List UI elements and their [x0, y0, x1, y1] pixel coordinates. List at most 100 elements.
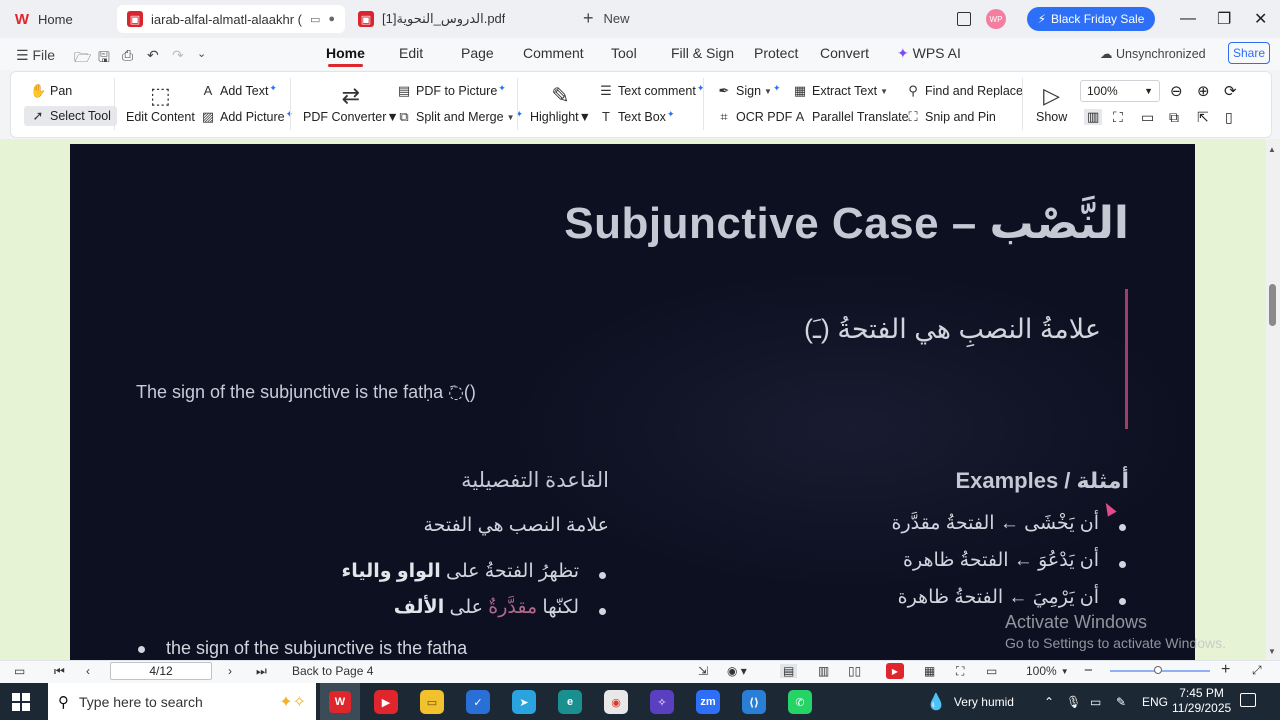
vertical-scrollbar[interactable]: ▲ ▼ — [1266, 139, 1280, 660]
menu-convert[interactable]: Convert — [820, 45, 869, 61]
taskbar-whatsapp-icon[interactable]: ✆ — [788, 690, 812, 714]
reading-view-icon[interactable]: ▦ — [924, 664, 935, 678]
pen-tray-icon[interactable]: ✎ — [1116, 683, 1126, 720]
reading-mode-icon[interactable]: ▯ — [1225, 109, 1233, 126]
ocr-pdf-button[interactable]: ⌗ OCR PDF — [716, 109, 792, 125]
fit-icon[interactable]: ⇲ — [698, 664, 708, 678]
eye-icon[interactable]: ◉ ▾ — [727, 664, 747, 678]
taskbar-search[interactable]: ⚲ Type here to search ✦✧ — [48, 683, 316, 720]
zoom-select[interactable]: 100% ▼ — [1080, 80, 1160, 102]
fit-page-icon[interactable]: ⛶ — [1113, 109, 1123, 126]
fullscreen-expand-icon[interactable]: ⤢ — [1252, 663, 1262, 678]
print-icon[interactable]: ⎙ — [122, 47, 133, 64]
back-to-page-link[interactable]: Back to Page 4 — [292, 664, 373, 678]
highlight-button[interactable]: ✎ Highlight▼ — [530, 82, 591, 124]
taskbar-todo-icon[interactable]: ✓ — [466, 690, 490, 714]
fit-window-icon[interactable]: ▭ — [986, 664, 997, 678]
open-folder-icon[interactable]: 🗁 — [74, 47, 91, 71]
prev-page-icon[interactable]: ‹ — [86, 664, 90, 678]
weather-widget[interactable]: 💧 Very humid — [926, 683, 1014, 720]
undo-icon[interactable]: ↶ — [147, 47, 159, 64]
menu-home[interactable]: Home — [326, 45, 365, 67]
page-number-input[interactable]: 4/12 — [110, 662, 212, 680]
minimize-icon[interactable]: — — [1180, 7, 1196, 31]
continuous-view-icon[interactable]: ▥ — [818, 664, 829, 678]
first-page-icon[interactable]: ⏮ — [54, 664, 65, 679]
play-presentation-button[interactable]: ▶ — [886, 663, 904, 679]
taskbar-folder-icon[interactable]: ▭ — [420, 690, 444, 714]
taskbar-zoom-icon[interactable]: zm — [696, 690, 720, 714]
rotate-icon[interactable]: ⟳ — [1224, 82, 1237, 100]
pan-tool[interactable]: ✋ Pan — [30, 83, 72, 99]
menu-edit[interactable]: Edit — [399, 45, 423, 61]
taskbar-vscode-icon[interactable]: ⟨⟩ — [742, 690, 766, 714]
chevron-down-icon[interactable]: ⌄ — [197, 47, 206, 60]
taskbar-copilot-icon[interactable]: ✧ — [650, 690, 674, 714]
menu-protect[interactable]: Protect — [754, 45, 798, 61]
document-viewport[interactable]: Subjunctive Case – النَّصْب علامةُ النصب… — [0, 139, 1266, 660]
next-page-icon[interactable]: › — [228, 664, 232, 678]
microphone-icon[interactable]: 🎙 — [1066, 683, 1081, 720]
edit-content-button[interactable]: ⬚ Edit Content — [126, 82, 195, 124]
taskbar-youtube-icon[interactable]: ▶ — [374, 690, 398, 714]
share-button[interactable]: Share — [1228, 42, 1270, 64]
single-page-view-icon[interactable]: ▤ — [780, 664, 798, 678]
maximize-icon[interactable]: ❐ — [1217, 7, 1231, 31]
two-page-view-icon[interactable]: ▯▯ — [848, 664, 861, 678]
menu-fill-sign[interactable]: Fill & Sign — [671, 45, 734, 61]
save-icon[interactable]: 🖫 — [98, 47, 110, 71]
restore-window-icon[interactable] — [957, 7, 971, 31]
add-picture-button[interactable]: ▨ Add Picture✦ — [200, 109, 293, 125]
zoom-in-icon[interactable]: + — [1221, 661, 1230, 679]
battery-icon[interactable]: ▭ — [1090, 683, 1101, 720]
extract-text-button[interactable]: ▦ Extract Text ▼ — [792, 83, 888, 99]
status-zoom[interactable]: 100% ▼ — [1026, 664, 1069, 678]
show-button[interactable]: ▷ Show — [1036, 82, 1067, 124]
zoom-in-icon[interactable]: ⊕ — [1197, 82, 1210, 100]
scroll-thumb[interactable] — [1269, 284, 1276, 326]
pdf-converter-button[interactable]: ⇄ PDF Converter▼ — [303, 82, 399, 124]
taskbar-chrome-icon[interactable]: ◉ — [604, 690, 628, 714]
text-comment-button[interactable]: ☰ Text comment ✦ — [598, 83, 704, 99]
taskbar-telegram-icon[interactable]: ➤ — [512, 690, 536, 714]
zoom-out-icon[interactable]: ⊖ — [1170, 82, 1183, 100]
zoom-slider[interactable] — [1110, 666, 1210, 674]
pdf-to-picture-button[interactable]: ▤ PDF to Picture ✦ — [396, 83, 506, 99]
tab-home[interactable]: W Home — [4, 5, 112, 33]
menu-page[interactable]: Page — [461, 45, 494, 61]
find-replace-button[interactable]: ⚲ Find and Replace — [905, 83, 1023, 99]
tab-active-document[interactable]: ▣ iarab-alfal-almatl-alaakhr (1). ▭ ● — [117, 5, 345, 33]
close-icon[interactable]: ✕ — [1254, 7, 1267, 31]
continuous-icon[interactable]: ⧉ — [1169, 109, 1179, 126]
tab-document-2[interactable]: ▣ [1]الدروس_النحوية.pdf — [348, 5, 568, 33]
last-page-icon[interactable]: ⏭ — [256, 664, 267, 679]
fit-width-icon[interactable]: ▭ — [1141, 109, 1154, 126]
language-indicator[interactable]: ENG — [1142, 683, 1168, 720]
notification-icon[interactable] — [1240, 693, 1256, 707]
taskbar-wps-pdf[interactable]: W — [320, 683, 360, 720]
fullscreen-icon[interactable]: ⛶ — [956, 664, 964, 679]
split-merge-button[interactable]: ⧉ Split and Merge ▼ ✦ — [396, 109, 523, 125]
menu-wps-ai[interactable]: ✦ WPS AI — [897, 45, 961, 62]
export-page-icon[interactable]: ⇱ — [1197, 109, 1209, 126]
menu-comment[interactable]: Comment — [523, 45, 584, 61]
select-tool[interactable]: ➚ Select Tool — [24, 106, 117, 126]
scroll-down-icon[interactable]: ▼ — [1268, 647, 1276, 656]
window-icon[interactable]: ▭ — [310, 13, 320, 26]
windows-start-icon[interactable] — [12, 693, 30, 711]
parallel-translate-button[interactable]: A Parallel Translate — [792, 109, 909, 124]
zoom-slider-knob[interactable] — [1154, 666, 1162, 674]
redo-icon[interactable]: ↷ — [172, 47, 184, 64]
add-text-button[interactable]: A Add Text ✦ — [200, 83, 277, 98]
zoom-out-icon[interactable]: − — [1084, 662, 1093, 679]
sign-button[interactable]: ✒ Sign ▼ ✦ — [716, 83, 781, 99]
text-box-button[interactable]: T Text Box ✦ — [598, 109, 674, 124]
avatar[interactable]: WP — [986, 7, 1006, 31]
new-tab-button[interactable]: + New — [583, 9, 630, 27]
black-friday-button[interactable]: ⚡ Black Friday Sale — [1027, 7, 1155, 31]
sync-status[interactable]: ☁ Unsynchronized — [1100, 46, 1206, 61]
menu-tool[interactable]: Tool — [611, 45, 637, 61]
single-page-icon[interactable]: ▥ — [1084, 109, 1103, 125]
snip-pin-button[interactable]: ⛶ Snip and Pin — [905, 109, 995, 125]
system-clock[interactable]: 7:45 PM 11/29/2025 — [1172, 686, 1231, 716]
